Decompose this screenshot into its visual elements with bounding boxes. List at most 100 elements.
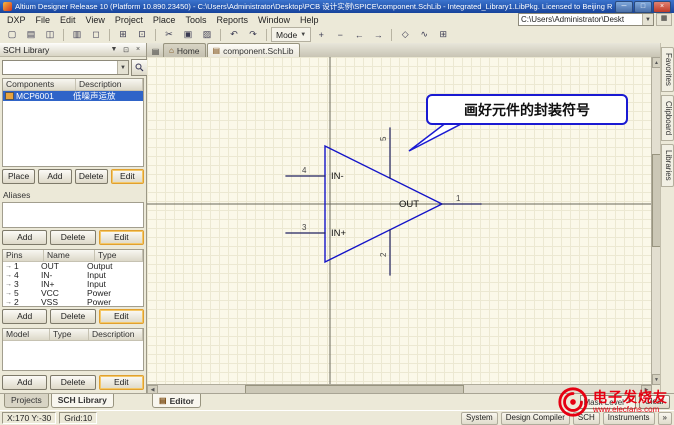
panel-close-icon[interactable]: × xyxy=(133,46,143,53)
model-column-header[interactable]: Model xyxy=(3,329,50,340)
description-column-header[interactable]: Description xyxy=(76,79,143,90)
menu-view[interactable]: View xyxy=(81,15,110,25)
delete-alias-button[interactable]: Delete xyxy=(50,230,96,245)
previous-mode-icon[interactable]: ← xyxy=(350,27,368,43)
pin-row[interactable]: → 5 VCC Power xyxy=(3,289,143,298)
remove-mode-icon[interactable]: − xyxy=(331,27,349,43)
component-filter-input[interactable] xyxy=(3,61,117,74)
components-grid-header: Components Description xyxy=(3,79,143,91)
menu-file[interactable]: File xyxy=(31,15,56,25)
add-model-button[interactable]: Add xyxy=(2,375,48,390)
callout-annotation[interactable]: 画好元件的封装符号 xyxy=(408,94,628,152)
pin-row[interactable]: → 4 IN- Input xyxy=(3,271,143,280)
pin-row[interactable]: → 3 IN+ Input xyxy=(3,280,143,289)
add-component-button[interactable]: Add xyxy=(38,169,72,184)
chevron-down-icon: ▼ xyxy=(300,31,307,38)
save-document-icon[interactable]: ◫ xyxy=(41,27,59,43)
tab-projects[interactable]: Projects xyxy=(4,394,49,408)
right-panel-strip: Favorites Clipboard Libraries xyxy=(660,43,674,394)
zoom-fit-icon[interactable]: ⊞ xyxy=(114,27,132,43)
pin-type: Input xyxy=(87,280,106,289)
delete-pin-button[interactable]: Delete xyxy=(50,309,96,324)
components-column-header[interactable]: Components xyxy=(3,79,76,90)
add-mode-icon[interactable]: + xyxy=(312,27,330,43)
zoom-area-icon[interactable]: ⊡ xyxy=(133,27,151,43)
minimize-button[interactable]: ─ xyxy=(615,0,633,13)
panel-menu-icon[interactable]: ▼ xyxy=(109,46,119,53)
tab-favorites[interactable]: Favorites xyxy=(661,47,674,92)
model-grid-header: Model Type Description xyxy=(3,329,143,341)
schematic-canvas[interactable]: 4 3 1 5 2 IN- IN+ OUT 画好元件的封装符号 xyxy=(147,57,652,385)
add-alias-button[interactable]: Add xyxy=(2,230,48,245)
menu-project[interactable]: Project xyxy=(110,15,148,25)
print-preview-icon[interactable]: ◻ xyxy=(87,27,105,43)
new-document-icon[interactable]: ▢ xyxy=(3,27,21,43)
menu-dxp[interactable]: DXP xyxy=(2,15,31,25)
next-mode-icon[interactable]: → xyxy=(369,27,387,43)
close-button[interactable]: × xyxy=(653,0,671,13)
tab-component-schlib[interactable]: ▤ component.SchLib xyxy=(206,43,300,57)
pin-row[interactable]: → 1 OUT Output xyxy=(3,262,143,271)
name-column-header[interactable]: Name xyxy=(44,250,95,261)
delete-model-button[interactable]: Delete xyxy=(50,375,96,390)
pins-column-header[interactable]: Pins xyxy=(3,250,44,261)
model-type-column-header[interactable]: Type xyxy=(50,329,89,340)
place-part-icon[interactable]: ◇ xyxy=(396,27,414,43)
component-name: MCP6001 xyxy=(16,91,54,101)
tab-home[interactable]: ⌂ Home xyxy=(163,43,206,57)
place-wire-icon[interactable]: ∿ xyxy=(415,27,433,43)
edit-pin-button[interactable]: Edit xyxy=(98,309,144,324)
system-panels-button[interactable]: System xyxy=(461,411,498,425)
menu-place[interactable]: Place xyxy=(148,15,181,25)
menu-edit[interactable]: Edit xyxy=(55,15,81,25)
edit-alias-button[interactable]: Edit xyxy=(98,230,144,245)
menu-window[interactable]: Window xyxy=(253,15,295,25)
elecfans-watermark: 电子发烧友 www.elecfans.com xyxy=(557,386,668,418)
tab-libraries[interactable]: Libraries xyxy=(661,144,674,187)
chevron-down-icon[interactable]: ▼ xyxy=(117,61,128,74)
copy-icon[interactable]: ▣ xyxy=(179,27,197,43)
model-description-column-header[interactable]: Description xyxy=(89,329,143,340)
document-menu-icon[interactable]: ▤ xyxy=(149,45,162,57)
pin-5-designator: 5 xyxy=(379,136,388,141)
pin-number: 1 xyxy=(14,262,19,271)
add-pin-button[interactable]: Add xyxy=(2,309,48,324)
edit-component-button[interactable]: Edit xyxy=(110,169,144,184)
sch-library-panel: SCH Library ▼ ⊡ × ▼ Components Descripti… xyxy=(0,43,148,394)
opamp-symbol[interactable]: 4 3 1 5 2 IN- IN+ OUT xyxy=(285,127,482,276)
delete-component-button[interactable]: Delete xyxy=(74,169,108,184)
home-icon: ⌂ xyxy=(169,46,174,55)
pin-name: VSS xyxy=(41,298,59,307)
panel-pin-icon[interactable]: ⊡ xyxy=(121,46,131,54)
component-row-selected[interactable]: MCP6001 低噪声运放 xyxy=(3,91,143,101)
toolbar-separator xyxy=(109,28,110,41)
pin-row[interactable]: → 2 VSS Power xyxy=(3,298,143,307)
menu-help[interactable]: Help xyxy=(295,15,324,25)
undo-icon[interactable]: ↶ xyxy=(225,27,243,43)
tab-sch-library[interactable]: SCH Library xyxy=(50,394,114,408)
components-buttons: Place Add Delete Edit xyxy=(0,167,146,188)
menu-tools[interactable]: Tools xyxy=(180,15,211,25)
tab-clipboard[interactable]: Clipboard xyxy=(661,94,674,142)
recent-path-combobox[interactable]: C:\Users\Administrator\Deskt ▼ xyxy=(518,13,654,26)
search-button[interactable] xyxy=(130,59,148,76)
tab-editor[interactable]: ▤ Editor xyxy=(152,394,202,408)
pin-icon: → xyxy=(5,272,12,279)
paste-icon[interactable]: ▨ xyxy=(198,27,216,43)
aliases-list[interactable] xyxy=(2,202,144,228)
cut-icon[interactable]: ✂ xyxy=(160,27,178,43)
component-icon xyxy=(5,92,14,100)
mode-dropdown[interactable]: Mode ▼ xyxy=(271,27,312,42)
print-icon[interactable]: ▥ xyxy=(68,27,86,43)
open-document-icon[interactable]: ▤ xyxy=(22,27,40,43)
redo-icon[interactable]: ↷ xyxy=(244,27,262,43)
maximize-button[interactable]: □ xyxy=(634,0,652,13)
chevron-down-icon[interactable]: ▼ xyxy=(642,14,653,25)
grid-settings-icon[interactable]: ⊞ xyxy=(434,27,452,43)
menu-reports[interactable]: Reports xyxy=(211,15,253,25)
type-column-header[interactable]: Type xyxy=(95,250,143,261)
place-button[interactable]: Place xyxy=(2,169,36,184)
edit-model-button[interactable]: Edit xyxy=(98,375,144,390)
pin-1-label: OUT xyxy=(399,199,419,210)
workspace-button[interactable]: ▦ xyxy=(656,13,672,26)
